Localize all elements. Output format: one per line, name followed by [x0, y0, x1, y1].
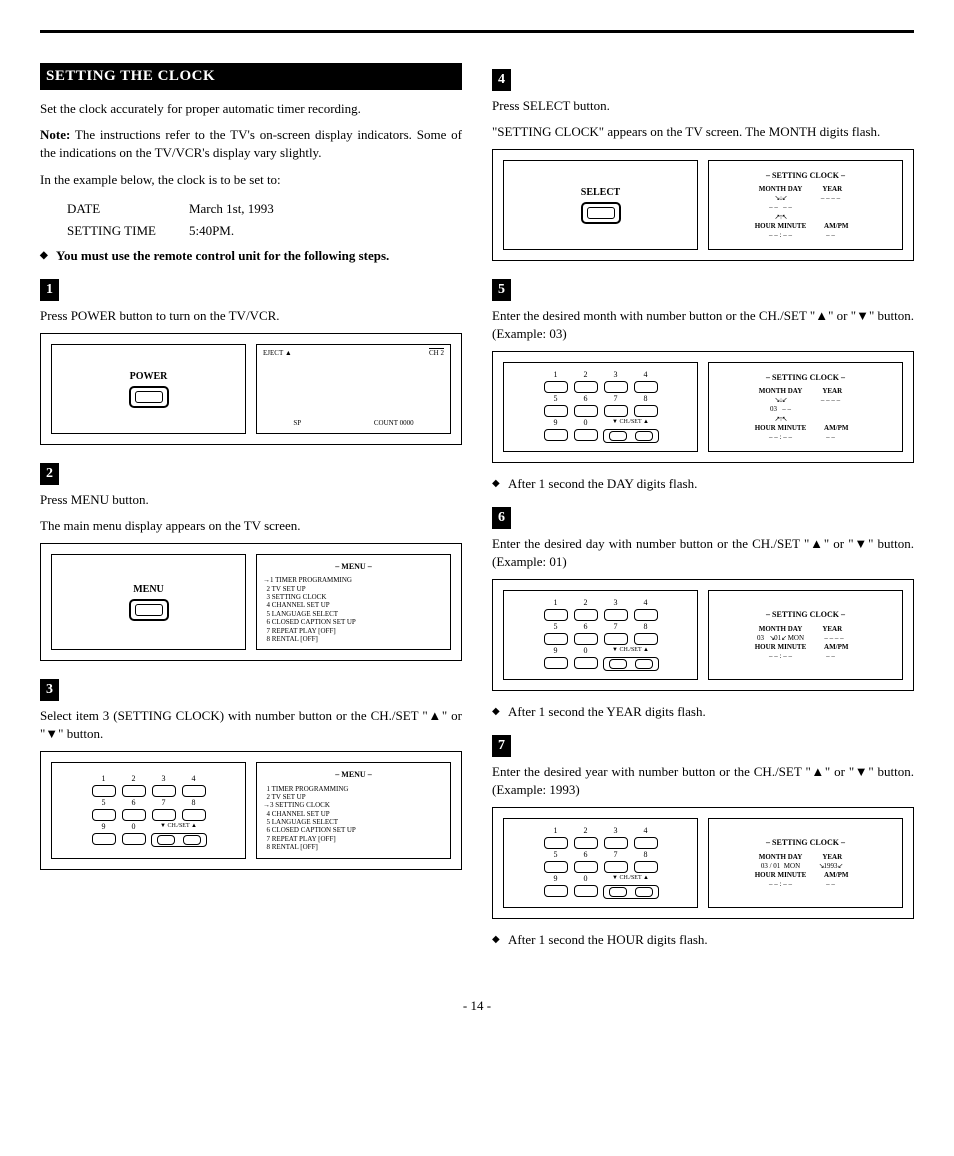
- bullet-remote-required: You must use the remote control unit for…: [40, 247, 462, 265]
- diagram-step-2: MENU – MENU – →1 TIMER PROGRAMMING 2 TV …: [40, 543, 462, 661]
- remote-panel: MENU: [51, 554, 246, 650]
- clock-title: – SETTING CLOCK –: [766, 609, 845, 620]
- tv-panel-menu: – MENU – →1 TIMER PROGRAMMING 2 TV SET U…: [256, 554, 451, 650]
- step-3-number: 3: [40, 679, 59, 701]
- step-6-text: Enter the desired day with number button…: [492, 535, 914, 571]
- clock-title: – SETTING CLOCK –: [766, 837, 845, 848]
- select-label: SELECT: [581, 186, 620, 200]
- diagram-step-3: 1234 5678 90▼ CH./SET ▲ – MENU – 1 TIMER…: [40, 751, 462, 869]
- note-text: The instructions refer to the TV's on-sc…: [40, 127, 462, 160]
- button-shape: [129, 599, 169, 621]
- date-value: March 1st, 1993: [188, 199, 304, 219]
- button-shape: [129, 386, 169, 408]
- keypad-panel: 1234 5678 90▼ CH./SET ▲: [503, 590, 698, 680]
- keypad-panel: 1234 5678 90▼ CH./SET ▲: [51, 762, 246, 858]
- clock-display: MONTH DAYYEAR ↘↓↙– – – –↗↑↖– – – – HOUR …: [755, 185, 857, 240]
- diagram-step-4: SELECT – SETTING CLOCK – MONTH DAYYEAR ↘…: [492, 149, 914, 261]
- menu-list: →1 TIMER PROGRAMMING 2 TV SET UP 3 SETTI…: [263, 576, 356, 643]
- note-label: Note:: [40, 127, 70, 142]
- keypad-panel: 1234 5678 90▼ CH./SET ▲: [503, 818, 698, 908]
- example-values: DATEMarch 1st, 1993 SETTING TIME5:40PM.: [64, 197, 306, 243]
- clock-display: MONTH DAYYEAR 03 / 01 MON↘1993↙ HOUR MIN…: [755, 853, 857, 889]
- number-keypad: 1234 5678 90▼ CH./SET ▲: [543, 827, 659, 899]
- left-column: SETTING THE CLOCK Set the clock accurate…: [40, 63, 462, 957]
- intro-note: Note: The instructions refer to the TV's…: [40, 126, 462, 162]
- tv-panel-clock: – SETTING CLOCK – MONTH DAYYEAR ↘↓↙03 – …: [708, 362, 903, 452]
- eject-label: EJECT ▲: [263, 349, 292, 359]
- step-1-number: 1: [40, 279, 59, 301]
- horizontal-rule: [40, 30, 914, 33]
- sp-indicator: SP: [293, 419, 301, 429]
- tv-panel-clock: – SETTING CLOCK – MONTH DAYYEAR 03 ↘01↙ …: [708, 590, 903, 680]
- button-shape: [581, 202, 621, 224]
- step-4-number: 4: [492, 69, 511, 91]
- remote-panel: POWER: [51, 344, 246, 434]
- tv-panel-clock: – SETTING CLOCK – MONTH DAYYEAR 03 / 01 …: [708, 818, 903, 908]
- time-label: SETTING TIME: [66, 221, 186, 241]
- step-5-after: After 1 second the DAY digits flash.: [492, 475, 914, 493]
- step-5-number: 5: [492, 279, 511, 301]
- step-5-text: Enter the desired month with number butt…: [492, 307, 914, 343]
- step-4-text-2: "SETTING CLOCK" appears on the TV screen…: [492, 123, 914, 141]
- section-title: SETTING THE CLOCK: [40, 63, 462, 90]
- select-button: SELECT: [581, 186, 621, 224]
- count-indicator: COUNT 0000: [374, 419, 414, 429]
- intro-paragraph-1: Set the clock accurately for proper auto…: [40, 100, 462, 118]
- diagram-step-6: 1234 5678 90▼ CH./SET ▲ – SETTING CLOCK …: [492, 579, 914, 691]
- step-4-text-1: Press SELECT button.: [492, 97, 914, 115]
- channel-indicator: CH 2: [429, 349, 444, 359]
- two-column-layout: SETTING THE CLOCK Set the clock accurate…: [40, 63, 914, 957]
- power-label: POWER: [130, 370, 168, 384]
- date-label: DATE: [66, 199, 186, 219]
- diagram-step-5: 1234 5678 90▼ CH./SET ▲ – SETTING CLOCK …: [492, 351, 914, 463]
- power-button: POWER: [129, 370, 169, 408]
- tv-panel-menu: – MENU – 1 TIMER PROGRAMMING 2 TV SET UP…: [256, 762, 451, 858]
- menu-list: 1 TIMER PROGRAMMING 2 TV SET UP →3 SETTI…: [263, 785, 356, 852]
- time-value: 5:40PM.: [188, 221, 304, 241]
- step-6-number: 6: [492, 507, 511, 529]
- right-column: 4 Press SELECT button. "SETTING CLOCK" a…: [492, 63, 914, 957]
- menu-button: MENU: [129, 583, 169, 621]
- example-intro: In the example below, the clock is to be…: [40, 171, 462, 189]
- step-7-number: 7: [492, 735, 511, 757]
- number-keypad: 1234 5678 90▼ CH./SET ▲: [543, 371, 659, 443]
- tv-panel: EJECT ▲ CH 2 SP COUNT 0000: [256, 344, 451, 434]
- step-2-text-2: The main menu display appears on the TV …: [40, 517, 462, 535]
- clock-display: MONTH DAYYEAR ↘↓↙03 – –↗↑↖– – – – HOUR M…: [755, 387, 857, 442]
- clock-title: – SETTING CLOCK –: [766, 170, 845, 181]
- step-2-text-1: Press MENU button.: [40, 491, 462, 509]
- clock-title: – SETTING CLOCK –: [766, 372, 845, 383]
- menu-title: – MENU –: [335, 769, 371, 780]
- diagram-step-7: 1234 5678 90▼ CH./SET ▲ – SETTING CLOCK …: [492, 807, 914, 919]
- page-number: - 14 -: [40, 997, 914, 1015]
- keypad-panel: 1234 5678 90▼ CH./SET ▲: [503, 362, 698, 452]
- diagram-step-1: POWER EJECT ▲ CH 2 SP COUNT 0000: [40, 333, 462, 445]
- step-1-text: Press POWER button to turn on the TV/VCR…: [40, 307, 462, 325]
- step-7-after: After 1 second the HOUR digits flash.: [492, 931, 914, 949]
- number-keypad: 1234 5678 90▼ CH./SET ▲: [91, 775, 207, 847]
- remote-panel: SELECT: [503, 160, 698, 250]
- tv-panel-clock: – SETTING CLOCK – MONTH DAYYEAR ↘↓↙– – –…: [708, 160, 903, 250]
- number-keypad: 1234 5678 90▼ CH./SET ▲: [543, 599, 659, 671]
- step-3-text: Select item 3 (SETTING CLOCK) with numbe…: [40, 707, 462, 743]
- step-7-text: Enter the desired year with number butto…: [492, 763, 914, 799]
- step-2-number: 2: [40, 463, 59, 485]
- clock-display: MONTH DAYYEAR 03 ↘01↙ MON– – – – HOUR MI…: [755, 625, 857, 661]
- step-6-after: After 1 second the YEAR digits flash.: [492, 703, 914, 721]
- menu-label: MENU: [133, 583, 164, 597]
- menu-title: – MENU –: [335, 561, 371, 572]
